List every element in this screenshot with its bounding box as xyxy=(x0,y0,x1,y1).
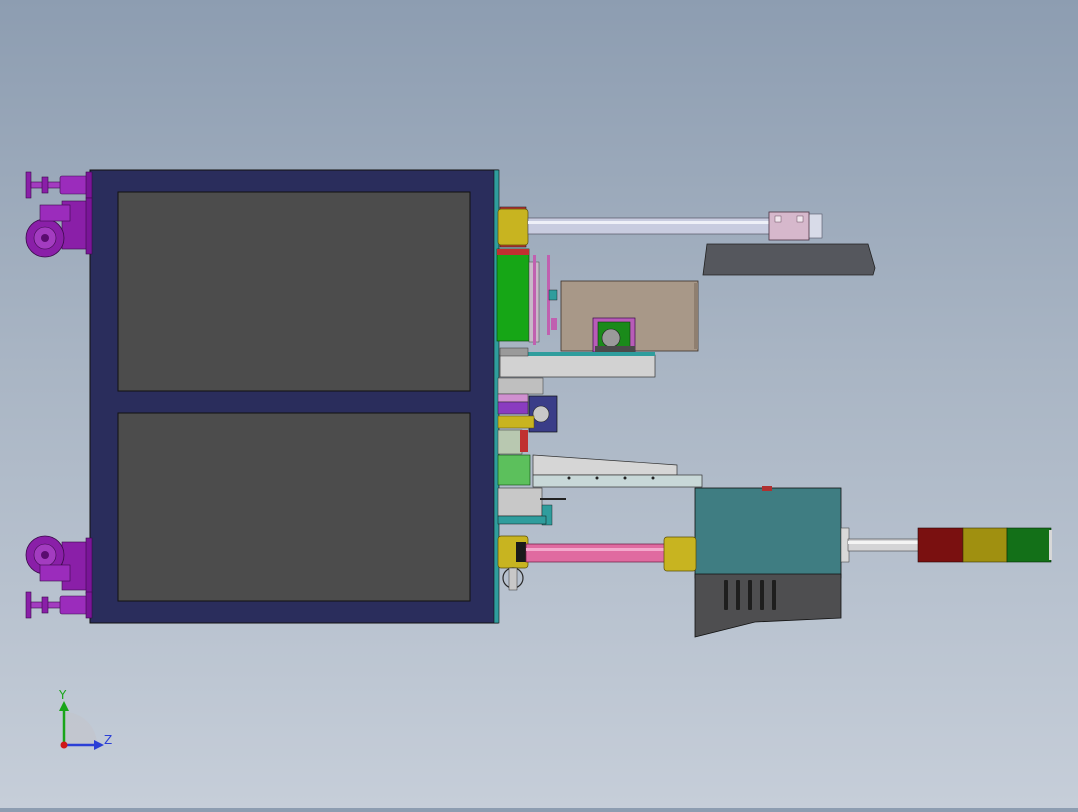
tapered-bracket xyxy=(532,454,678,476)
bottom-leveling-foot xyxy=(25,591,93,619)
machine-drawing: Y Z xyxy=(25,169,1052,750)
y-axis-label: Y xyxy=(58,688,67,702)
horizontal-slide-rail xyxy=(499,354,656,378)
bottom-connecting-tube xyxy=(497,535,697,591)
bottom-caster-wheel xyxy=(25,535,93,595)
green-guide-block xyxy=(496,248,530,342)
control-box xyxy=(694,486,842,638)
machine-frame xyxy=(89,169,500,624)
control-box-indicator xyxy=(762,486,772,491)
signal-tower-lamp xyxy=(840,527,1052,563)
support-pad xyxy=(702,243,876,276)
top-caster-wheel xyxy=(25,197,93,258)
central-mechanism xyxy=(496,248,703,526)
lamp-red-segment xyxy=(917,527,964,563)
coordinate-triad: Y Z xyxy=(58,688,112,750)
cad-viewport[interactable]: Y Z xyxy=(0,0,1078,808)
base-slide-plate xyxy=(532,474,703,488)
upper-panel xyxy=(117,191,471,392)
y-axis-arrow xyxy=(59,701,69,711)
top-support-arm xyxy=(497,206,823,248)
lower-panel xyxy=(117,412,471,602)
triad-origin xyxy=(60,741,68,749)
lamp-yellow-segment xyxy=(962,527,1008,563)
control-box-base xyxy=(694,573,842,638)
lamp-green-segment xyxy=(1006,527,1052,563)
z-axis-label: Z xyxy=(104,733,112,747)
z-axis-arrow xyxy=(94,740,104,750)
top-leveling-foot xyxy=(25,171,93,199)
